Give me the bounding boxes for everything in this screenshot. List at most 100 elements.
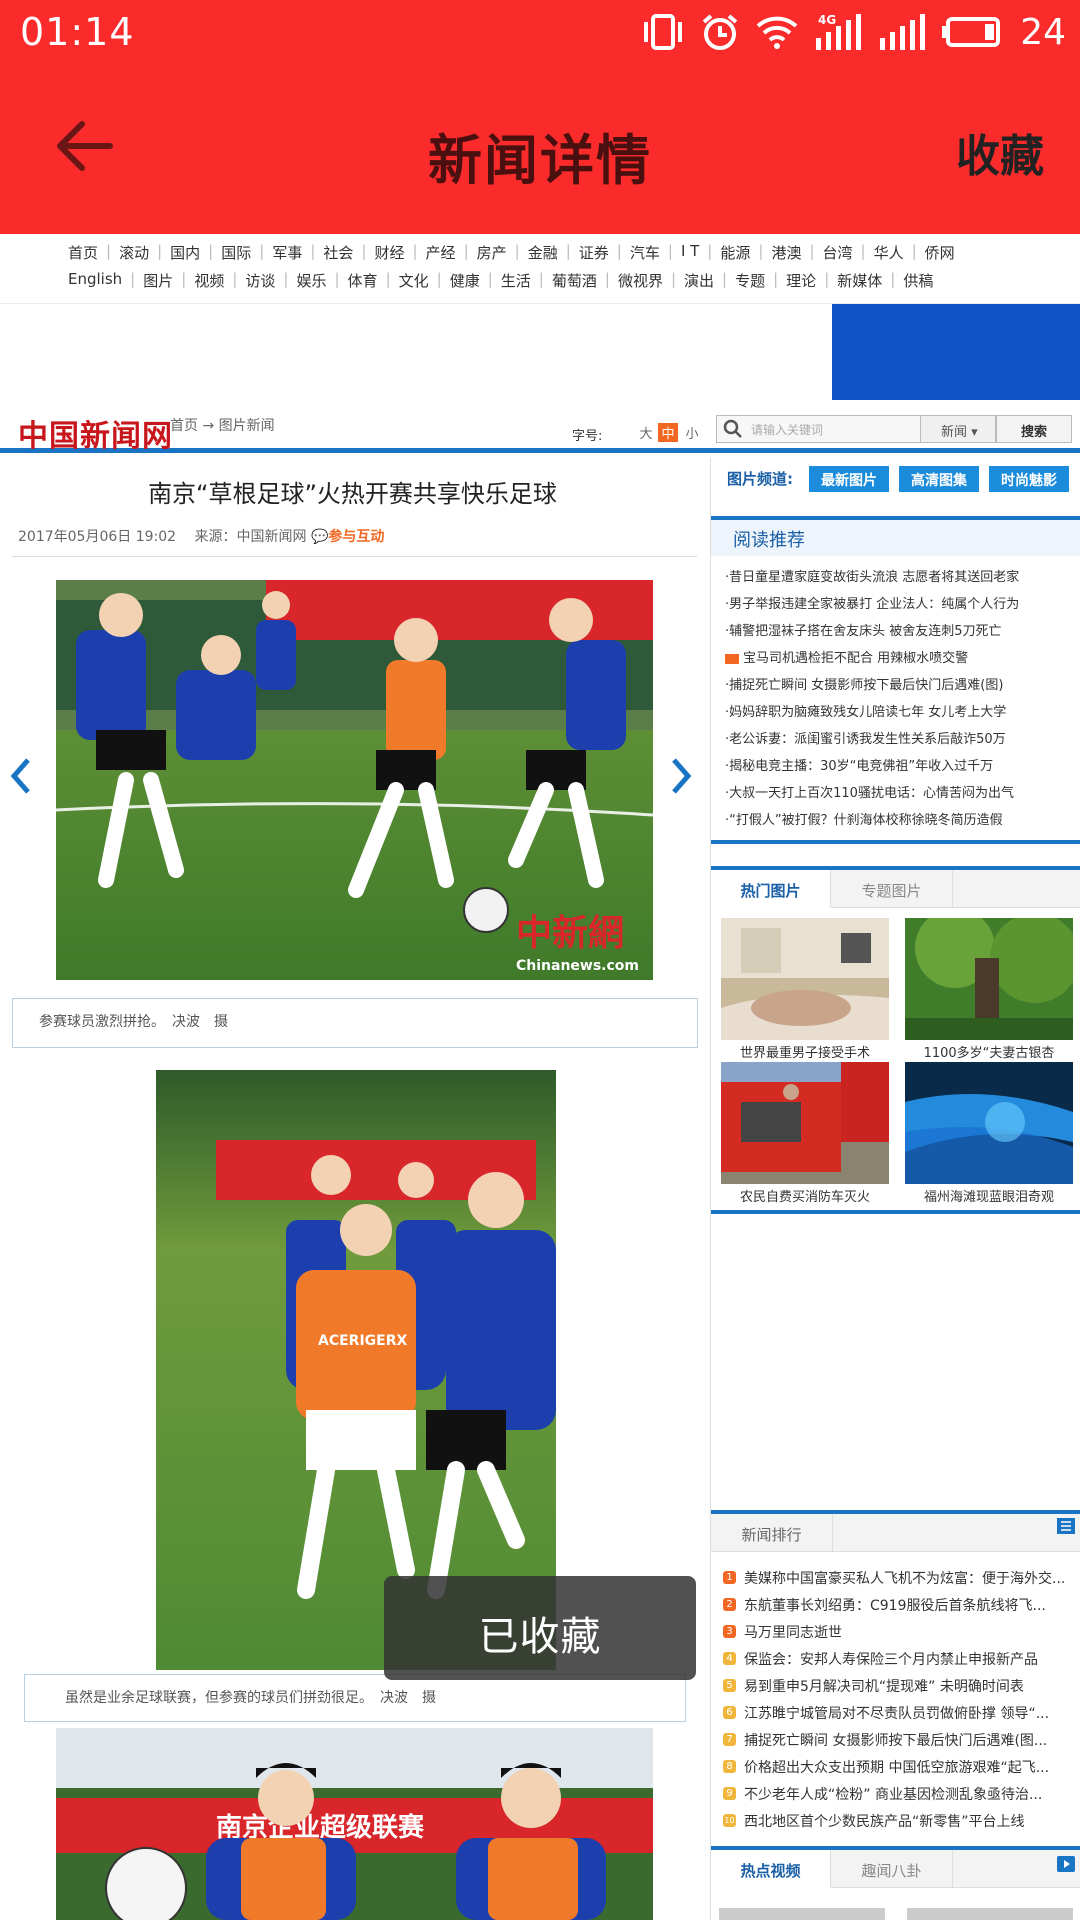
- nav-item[interactable]: 视频: [188, 270, 230, 291]
- list-item[interactable]: ·辅警把湿袜子搭在舍友床头 被舍友连刺5刀死亡: [725, 620, 1075, 647]
- font-size-medium[interactable]: 中: [658, 423, 678, 442]
- hot-photo-3-label[interactable]: 农民自费买消防车灭火: [721, 1186, 889, 1205]
- nav-item[interactable]: 国际: [215, 242, 257, 263]
- interact-link[interactable]: 参与互动: [328, 529, 384, 545]
- list-item-label: 保监会：安邦人寿保险三个月内禁止申报新产品: [744, 1651, 1038, 1668]
- sidebar: 图片频道: 最新图片 高清图集 时尚魅影 阅读推荐 ·昔日童星遭家庭变故街头流浪…: [710, 458, 1080, 1920]
- nav-item[interactable]: 证券: [573, 242, 615, 263]
- nav-item[interactable]: 微视界: [612, 270, 669, 291]
- nav-item[interactable]: 滚动: [113, 242, 155, 263]
- list-item[interactable]: ·揭秘电竞主播：30岁“电竞佛祖”年收入过千万: [725, 755, 1075, 782]
- nav-item[interactable]: 专题: [729, 270, 771, 291]
- nav-item[interactable]: 房产: [471, 242, 513, 263]
- nav-item[interactable]: 能源: [714, 242, 756, 263]
- hd-gallery-button[interactable]: 高清图集: [899, 466, 979, 492]
- video-tabs: 热点视频 趣闻八卦: [711, 1846, 1080, 1888]
- article-source[interactable]: 来源：中国新闻网: [195, 529, 307, 545]
- nav-item[interactable]: 娱乐: [290, 270, 332, 291]
- nav-item[interactable]: 生活: [495, 270, 537, 291]
- nav-item[interactable]: 国内: [164, 242, 206, 263]
- comment-icon: 💬: [310, 529, 329, 545]
- video-thumb-2[interactable]: [907, 1908, 1073, 1920]
- nav-item[interactable]: 财经: [368, 242, 410, 263]
- nav-item[interactable]: 台湾: [817, 242, 859, 263]
- nav-item[interactable]: English: [62, 270, 128, 291]
- list-item[interactable]: ·昔日童星遭家庭变故街头流浪 志愿者将其送回老家: [725, 566, 1075, 593]
- nav-item[interactable]: 访谈: [239, 270, 281, 291]
- list-item[interactable]: ·老公诉妻：派闺蜜引诱我发生性关系后敲诈50万: [725, 728, 1075, 755]
- nav-item[interactable]: 侨网: [919, 242, 961, 263]
- nav-item[interactable]: 葡萄酒: [546, 270, 603, 291]
- list-item[interactable]: 9 不少老年人成“检粉” 商业基因检测乱象亟待治...: [723, 1780, 1079, 1807]
- nav-item[interactable]: 图片: [137, 270, 179, 291]
- nav-separator: |: [565, 242, 571, 260]
- hot-photo-4[interactable]: [905, 1062, 1073, 1184]
- list-item[interactable]: ·大叔一天打上百次110骚扰电话：心情苦闷为出气: [725, 782, 1075, 809]
- prev-arrow-icon[interactable]: [10, 758, 32, 794]
- ad-banner[interactable]: [832, 304, 1080, 400]
- list-item[interactable]: ·妈妈辞职为脑瘫致残女儿陪读七年 女儿考上大学: [725, 701, 1075, 728]
- nav-item[interactable]: 军事: [266, 242, 308, 263]
- list-item[interactable]: ·捕捉死亡瞬间 女摄影师按下最后快门后遇难(图): [725, 674, 1075, 701]
- hot-photo-1[interactable]: [721, 918, 889, 1040]
- tab-news-rank[interactable]: 新闻排行: [711, 1514, 833, 1552]
- nav-item[interactable]: 华人: [868, 242, 910, 263]
- video-thumb-1[interactable]: [719, 1908, 885, 1920]
- list-item[interactable]: 3 马万里同志逝世: [723, 1618, 1079, 1645]
- hot-photo-1-label[interactable]: 世界最重男子接受手术: [721, 1042, 889, 1061]
- hot-photo-3[interactable]: [721, 1062, 889, 1184]
- rank-number: 4: [723, 1652, 736, 1665]
- video-icon[interactable]: [1057, 1856, 1075, 1872]
- next-arrow-icon[interactable]: [670, 758, 692, 794]
- list-item[interactable]: 2 东航董事长刘绍勇：C919服役后首条航线将飞...: [723, 1591, 1079, 1618]
- nav-item[interactable]: I T: [675, 242, 705, 263]
- hot-photo-2-label[interactable]: 1100多岁“夫妻古银杏: [905, 1042, 1073, 1061]
- search-category-select[interactable]: 新闻 ▾: [920, 415, 996, 443]
- list-item[interactable]: 10 西北地区首个少数民族产品“新零售”平台上线: [723, 1807, 1079, 1834]
- nav-item[interactable]: 社会: [317, 242, 359, 263]
- nav-item[interactable]: 金融: [522, 242, 564, 263]
- tab-hot-videos[interactable]: 热点视频: [711, 1850, 831, 1888]
- font-size-large[interactable]: 大: [636, 423, 656, 442]
- latest-photos-button[interactable]: 最新图片: [809, 466, 889, 492]
- list-item[interactable]: 宝马司机遇检拒不配合 用辣椒水喷交警: [725, 647, 1075, 674]
- list-item[interactable]: 1 美媒称中国富豪买私人飞机不为炫富：便于海外交...: [723, 1564, 1079, 1591]
- list-icon[interactable]: [1057, 1518, 1075, 1534]
- nav-item[interactable]: 供稿: [897, 270, 939, 291]
- favorite-button[interactable]: 收藏: [956, 120, 1044, 184]
- hot-photo-4-label[interactable]: 福州海滩现蓝眼泪奇观: [905, 1186, 1073, 1205]
- list-item[interactable]: ·男子举报违建全家被暴打 企业法人：纯属个人行为: [725, 593, 1075, 620]
- font-size-small[interactable]: 小: [682, 423, 702, 442]
- nav-item[interactable]: 文化: [393, 270, 435, 291]
- nav-item[interactable]: 健康: [444, 270, 486, 291]
- nav-item[interactable]: 理论: [780, 270, 822, 291]
- nav-item[interactable]: 首页: [62, 242, 104, 263]
- tab-topic-photos[interactable]: 专题图片: [831, 870, 953, 908]
- fashion-button[interactable]: 时尚魅影: [989, 466, 1069, 492]
- nav-item[interactable]: 港澳: [765, 242, 807, 263]
- nav-item[interactable]: 新媒体: [831, 270, 888, 291]
- search-button[interactable]: 搜索: [996, 415, 1072, 443]
- nav-item[interactable]: 汽车: [624, 242, 666, 263]
- article-photo-1[interactable]: 中新網 Chinanews.com: [56, 580, 653, 980]
- reading-recommend-header: 阅读推荐: [711, 516, 1080, 556]
- list-item[interactable]: 4 保监会：安邦人寿保险三个月内禁止申报新产品: [723, 1645, 1079, 1672]
- search-input[interactable]: 请输入关键词: [716, 415, 924, 443]
- list-item[interactable]: 7 捕捉死亡瞬间 女摄影师按下最后快门后遇难(图...: [723, 1726, 1079, 1753]
- tab-gossip[interactable]: 趣闻八卦: [831, 1850, 953, 1888]
- breadcrumb[interactable]: 首页 → 图片新闻: [170, 415, 275, 435]
- hot-photo-2[interactable]: [905, 918, 1073, 1040]
- tab-hot-photos[interactable]: 热门图片: [711, 870, 831, 908]
- article-photo-3[interactable]: 南京企业超级联赛: [56, 1728, 653, 1920]
- list-item[interactable]: 6 江苏睢宁城管局对不尽责队员罚做俯卧撑 领导“...: [723, 1699, 1079, 1726]
- nav-separator: |: [809, 242, 815, 260]
- site-logo[interactable]: 中国新闻网: [18, 411, 173, 455]
- nav-item[interactable]: 产经: [420, 242, 462, 263]
- nav-separator: |: [890, 270, 896, 288]
- list-item[interactable]: 8 价格超出大众支出预期 中国低空旅游艰难“起飞...: [723, 1753, 1079, 1780]
- list-item[interactable]: 5 易到重申5月解决司机“提现难” 未明确时间表: [723, 1672, 1079, 1699]
- nav-item[interactable]: 演出: [678, 270, 720, 291]
- list-item[interactable]: ·“打假人”被打假？什刹海体校称徐晓冬简历造假: [725, 809, 1075, 836]
- nav-item[interactable]: 体育: [342, 270, 384, 291]
- svg-text:4G: 4G: [818, 13, 836, 27]
